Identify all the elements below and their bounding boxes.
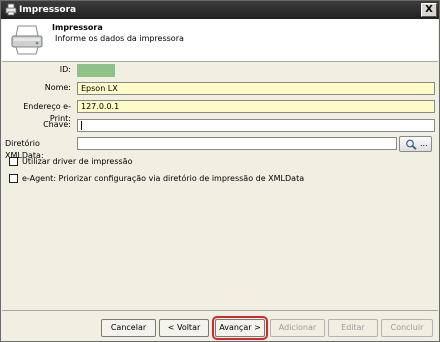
endereco-input[interactable]: 127.0.0.1 bbox=[77, 100, 435, 113]
header-subtitle: Informe os dados da impressora bbox=[55, 34, 184, 43]
diretorio-input[interactable] bbox=[77, 137, 397, 150]
adicionar-button[interactable]: Adicionar bbox=[270, 319, 325, 337]
id-field bbox=[77, 64, 115, 77]
id-label: ID: bbox=[59, 65, 71, 74]
text-caret bbox=[81, 121, 82, 130]
driver-checkbox-label: Utilizar driver de impressão bbox=[22, 157, 133, 166]
dialog-window: Impressora X Impressora Informe os dados… bbox=[0, 0, 440, 342]
wizard-header: Impressora Informe os dados da impressor… bbox=[2, 19, 438, 62]
concluir-button[interactable]: Concluir bbox=[381, 319, 433, 337]
chave-label: Chave: bbox=[43, 120, 71, 129]
magnifier-icon bbox=[406, 139, 417, 150]
app-icon bbox=[5, 3, 17, 16]
nome-label: Nome: bbox=[44, 83, 71, 92]
voltar-button[interactable]: < Voltar bbox=[159, 319, 209, 337]
avancar-button[interactable]: Avançar > bbox=[212, 316, 268, 340]
button-bar: Cancelar < Voltar Avançar > Adicionar Ed… bbox=[2, 310, 438, 341]
browse-button[interactable]: ... bbox=[399, 136, 432, 152]
window-title: Impressora bbox=[19, 5, 77, 15]
cancelar-button[interactable]: Cancelar bbox=[101, 319, 156, 337]
browse-dots: ... bbox=[420, 139, 428, 148]
close-button[interactable]: X bbox=[421, 3, 437, 17]
chave-input[interactable] bbox=[77, 119, 435, 132]
driver-checkbox-row[interactable]: Utilizar driver de impressão bbox=[9, 156, 209, 168]
driver-checkbox[interactable] bbox=[9, 157, 18, 166]
nome-input[interactable]: Epson LX bbox=[77, 82, 435, 95]
printer-icon bbox=[11, 25, 43, 55]
eagent-checkbox-label: e-Agent: Priorizar configuração via dire… bbox=[22, 174, 305, 183]
header-title: Impressora bbox=[52, 23, 103, 32]
title-bar: Impressora X bbox=[1, 1, 439, 19]
editar-button[interactable]: Editar bbox=[328, 319, 378, 337]
eagent-checkbox[interactable] bbox=[9, 174, 18, 183]
eagent-checkbox-row[interactable]: e-Agent: Priorizar configuração via dire… bbox=[9, 173, 409, 185]
